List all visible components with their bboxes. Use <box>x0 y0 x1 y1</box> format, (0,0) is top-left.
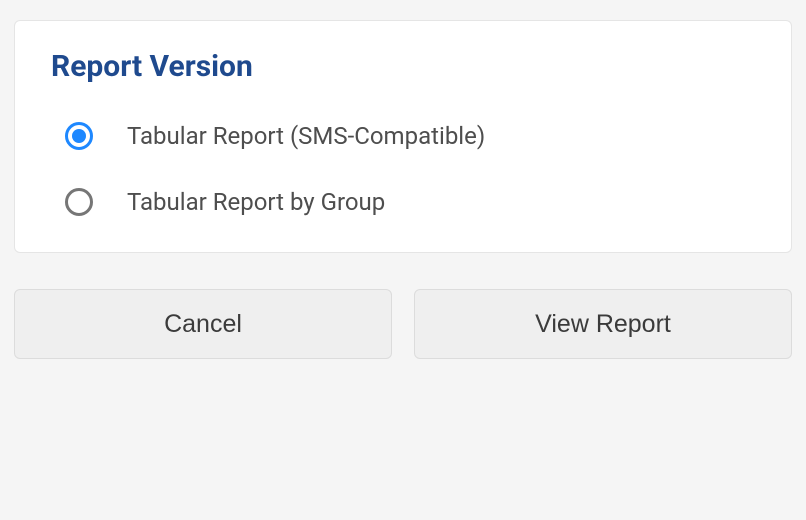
panel-title: Report Version <box>51 49 755 84</box>
cancel-button[interactable]: Cancel <box>14 289 392 359</box>
option-label: Tabular Report (SMS-Compatible) <box>127 122 485 150</box>
option-tabular-group[interactable]: Tabular Report by Group <box>65 188 755 216</box>
view-report-button[interactable]: View Report <box>414 289 792 359</box>
option-label: Tabular Report by Group <box>127 188 385 216</box>
report-version-panel: Report Version Tabular Report (SMS-Compa… <box>14 20 792 253</box>
report-version-options: Tabular Report (SMS-Compatible) Tabular … <box>51 122 755 216</box>
radio-icon <box>65 188 93 216</box>
option-tabular-sms[interactable]: Tabular Report (SMS-Compatible) <box>65 122 755 150</box>
radio-icon <box>65 122 93 150</box>
dialog-button-row: Cancel View Report <box>14 289 792 359</box>
dialog-root: Report Version Tabular Report (SMS-Compa… <box>0 0 806 520</box>
